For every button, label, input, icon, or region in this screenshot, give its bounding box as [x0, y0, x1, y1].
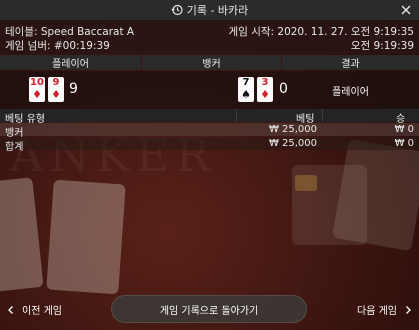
result-header: 결과 — [282, 55, 419, 70]
player-card-1: 10 ♦ — [29, 77, 45, 102]
bets-table-header: 베팅 유형 베팅 승 — [0, 109, 419, 125]
back-to-history-button[interactable]: 게임 기록으로 돌아가기 — [111, 295, 307, 323]
table-name: 테이블: Speed Baccarat A — [5, 26, 135, 38]
next-game-button[interactable]: 다음 게임 — [357, 302, 413, 317]
round-end-time: 오전 9:19:39 — [350, 40, 414, 52]
win-amount: ₩ 0 — [394, 124, 414, 135]
diamond-icon: ♦ — [51, 88, 61, 101]
chevron-right-icon — [406, 305, 411, 314]
window-title: 기록 - 바카라 — [186, 4, 249, 17]
diamond-icon: ♦ — [260, 88, 270, 101]
bet-amount: ₩ 25,000 — [268, 138, 317, 149]
round-info: 테이블: Speed Baccarat A 게임 넘버: #00:19:39 게… — [0, 20, 419, 54]
previous-game-label: 이전 게임 — [22, 306, 62, 317]
column-divider — [236, 109, 237, 122]
hands-row: 10 ♦ 9 ♦ 9 7 ♠ 3 ♦ 0 플레이어 — [0, 71, 419, 109]
player-score: 9 — [69, 81, 78, 97]
close-button[interactable] — [399, 3, 413, 17]
round-start-time: 게임 시작: 2020. 11. 27. 오전 9:19:35 — [228, 26, 414, 38]
table-row: 뱅커 ₩ 25,000 ₩ 0 — [0, 123, 419, 139]
background-card — [331, 138, 419, 252]
column-divider — [322, 109, 323, 122]
title-bar: 기록 - 바카라 — [0, 0, 419, 20]
footer-nav: 이전 게임 게임 기록으로 돌아가기 다음 게임 — [0, 292, 419, 330]
close-icon — [401, 5, 411, 15]
diamond-icon: ♦ — [32, 88, 42, 101]
background-card — [46, 179, 126, 295]
banker-card-1: 7 ♠ — [238, 77, 254, 102]
win-amount: ₩ 0 — [394, 138, 414, 149]
round-result: 플레이어 — [332, 87, 369, 98]
spade-icon: ♠ — [241, 88, 251, 101]
background-card — [0, 177, 44, 293]
player-card-2: 9 ♦ — [48, 77, 64, 102]
previous-game-button[interactable]: 이전 게임 — [6, 302, 62, 317]
player-header: 플레이어 — [0, 55, 141, 70]
round-number: 게임 넘버: #00:19:39 — [5, 40, 110, 52]
bet-amount: ₩ 25,000 — [268, 124, 317, 135]
table-row: 합계 ₩ 25,000 ₩ 0 — [0, 137, 419, 153]
next-game-label: 다음 게임 — [357, 306, 397, 317]
back-to-history-label: 게임 기록으로 돌아가기 — [159, 305, 259, 317]
history-icon — [171, 4, 183, 16]
chevron-left-icon — [8, 305, 13, 314]
bet-type: 합계 — [5, 142, 24, 153]
banker-header: 뱅커 — [142, 55, 281, 70]
background-chip — [295, 175, 317, 191]
banker-card-2: 3 ♦ — [257, 77, 273, 102]
